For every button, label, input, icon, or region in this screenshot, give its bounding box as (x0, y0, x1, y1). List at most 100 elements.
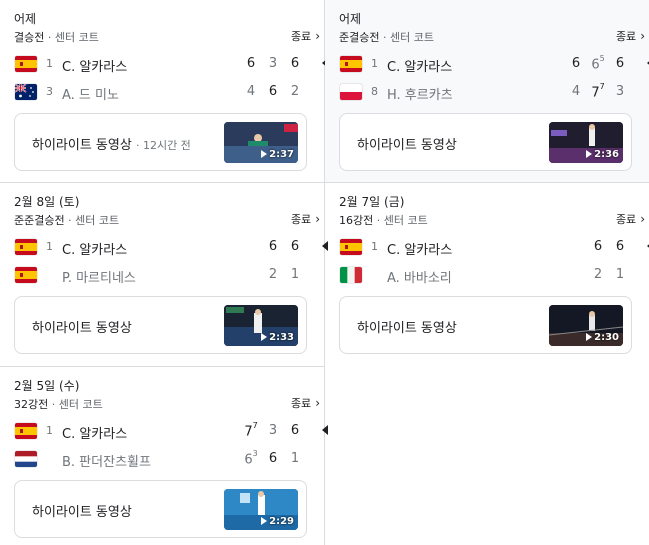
chevron-right-icon: › (315, 396, 320, 410)
player-row[interactable]: 1 C. 알카라스 6 65 6 (325, 54, 649, 78)
player-name: C. 알카라스 (62, 243, 128, 258)
tiebreak-score: 5 (599, 54, 605, 63)
chevron-right-icon: › (640, 29, 645, 43)
set-score: 1 (287, 451, 303, 466)
highlight-title: 하이라이트 동영상 (357, 138, 457, 153)
player-row[interactable]: 1 C. 알카라스 77 3 6 (0, 421, 328, 445)
set-score: 2 (590, 267, 606, 282)
video-thumbnail[interactable]: 2:36 (549, 122, 623, 163)
highlight-label: 하이라이트 동영상 (32, 317, 132, 336)
video-duration: 2:30 (586, 332, 619, 343)
match-date: 어제 (339, 12, 362, 26)
player-seed: 8 (371, 85, 378, 98)
player-row[interactable]: P. 마르티네스 2 1 (0, 265, 324, 289)
video-thumbnail[interactable]: 2:29 (224, 489, 298, 530)
set-score: 6 (612, 56, 628, 71)
player-row[interactable]: A. 바바소리 2 1 (325, 265, 649, 289)
player-row[interactable]: 8 H. 후르카츠 4 77 3 (325, 82, 649, 106)
match-status-link[interactable]: 종료 › (291, 28, 320, 44)
set-score: 3 (265, 423, 281, 438)
highlight-video-button[interactable]: 하이라이트 동영상 2:33 (14, 296, 307, 354)
match-date: 어제 (14, 12, 37, 26)
match-status-link[interactable]: 종료 › (616, 211, 645, 227)
set-score: 1 (612, 267, 628, 282)
match-card: 2월 8일 (토) 준준결승전 · 센터 코트 종료 › 1 C. 알카라스 6 6 P. 마르… (0, 183, 328, 365)
set-games: 6 (246, 56, 256, 71)
set-games: 6 (615, 239, 625, 254)
venue-label: · 센터 코트 (51, 398, 103, 411)
italy-flag-icon (340, 267, 362, 283)
set-score: 3 (612, 84, 628, 99)
player-row[interactable]: 1 C. 알카라스 6 3 6 (0, 54, 328, 78)
match-date: 2월 5일 (수) (14, 379, 80, 393)
status-label: 종료 (290, 397, 312, 410)
set-score: 6 (265, 84, 281, 99)
set-score: 6 (287, 56, 303, 71)
round-name: 결승전 (14, 31, 45, 44)
video-duration: 2:29 (261, 516, 294, 527)
player-row[interactable]: B. 판더잔츠휠프 63 6 1 (0, 449, 324, 473)
set-score: 1 (287, 267, 303, 282)
player-name: C. 알카라스 (62, 427, 128, 442)
match-date: 2월 8일 (토) (14, 195, 80, 209)
set-score: 77 (590, 82, 606, 100)
set-score: 6 (568, 56, 584, 71)
status-label: 종료 (290, 30, 312, 43)
set-score: 6 (287, 239, 303, 254)
chevron-right-icon: › (640, 212, 645, 226)
round-name: 16강전 (339, 214, 374, 227)
play-icon (261, 150, 268, 158)
set-score: 6 (265, 239, 281, 254)
winner-arrow-icon (322, 425, 328, 435)
player-seed: 1 (46, 424, 53, 437)
set-games: 1 (290, 451, 300, 466)
set-score: 6 (243, 56, 259, 71)
video-thumbnail[interactable]: 2:33 (224, 305, 298, 346)
player-row[interactable]: 1 C. 알카라스 6 6 (325, 237, 649, 261)
play-icon (261, 517, 268, 525)
video-thumbnail[interactable]: 2:30 (549, 305, 623, 346)
highlight-title: 하이라이트 동영상 (32, 321, 132, 336)
highlight-label: 하이라이트 동영상 (357, 134, 457, 153)
player-row[interactable]: 3 A. 드 미노 4 6 2 (0, 82, 324, 106)
player-row[interactable]: 1 C. 알카라스 6 6 (0, 237, 328, 261)
set-games: 6 (591, 57, 600, 73)
highlight-time: · 12시간 전 (135, 139, 191, 152)
tiebreak-score: 7 (599, 82, 605, 91)
match-status-link[interactable]: 종료 › (291, 211, 320, 227)
highlight-title: 하이라이트 동영상 (32, 505, 132, 520)
highlight-video-button[interactable]: 하이라이트 동영상 · 12시간 전 2:37 (14, 113, 307, 171)
highlight-video-button[interactable]: 하이라이트 동영상 2:29 (14, 480, 307, 538)
set-score: 4 (568, 84, 584, 99)
video-thumbnail[interactable]: 2:37 (224, 122, 298, 163)
set-games: 3 (268, 423, 278, 438)
player-seed: 3 (46, 85, 53, 98)
chevron-right-icon: › (315, 29, 320, 43)
player-name: A. 바바소리 (387, 271, 452, 286)
set-score: 6 (590, 239, 606, 254)
highlight-label: 하이라이트 동영상 · 12시간 전 (32, 134, 191, 153)
player-name: A. 드 미노 (62, 88, 119, 103)
video-duration: 2:37 (261, 149, 294, 160)
highlight-video-button[interactable]: 하이라이트 동영상 2:30 (339, 296, 632, 354)
match-status-link[interactable]: 종료 › (291, 395, 320, 411)
status-label: 종료 (615, 30, 637, 43)
match-status-link[interactable]: 종료 › (616, 28, 645, 44)
set-score: 6 (612, 239, 628, 254)
duration-text: 2:33 (269, 332, 294, 343)
set-games: 3 (615, 84, 625, 99)
set-games: 6 (290, 423, 300, 438)
set-games: 6 (268, 239, 278, 254)
set-score: 6 (287, 423, 303, 438)
netherlands-flag-icon (15, 451, 37, 467)
set-games: 4 (246, 84, 256, 99)
player-name: C. 알카라스 (62, 60, 128, 75)
set-games: 6 (268, 451, 278, 466)
venue-label: · 센터 코트 (382, 31, 434, 44)
match-round: 준준결승전 · 센터 코트 (14, 212, 119, 228)
highlight-video-button[interactable]: 하이라이트 동영상 2:36 (339, 113, 632, 171)
player-name: H. 후르카츠 (387, 88, 453, 103)
highlight-label: 하이라이트 동영상 (357, 317, 457, 336)
player-name: C. 알카라스 (387, 243, 453, 258)
status-label: 종료 (290, 213, 312, 226)
